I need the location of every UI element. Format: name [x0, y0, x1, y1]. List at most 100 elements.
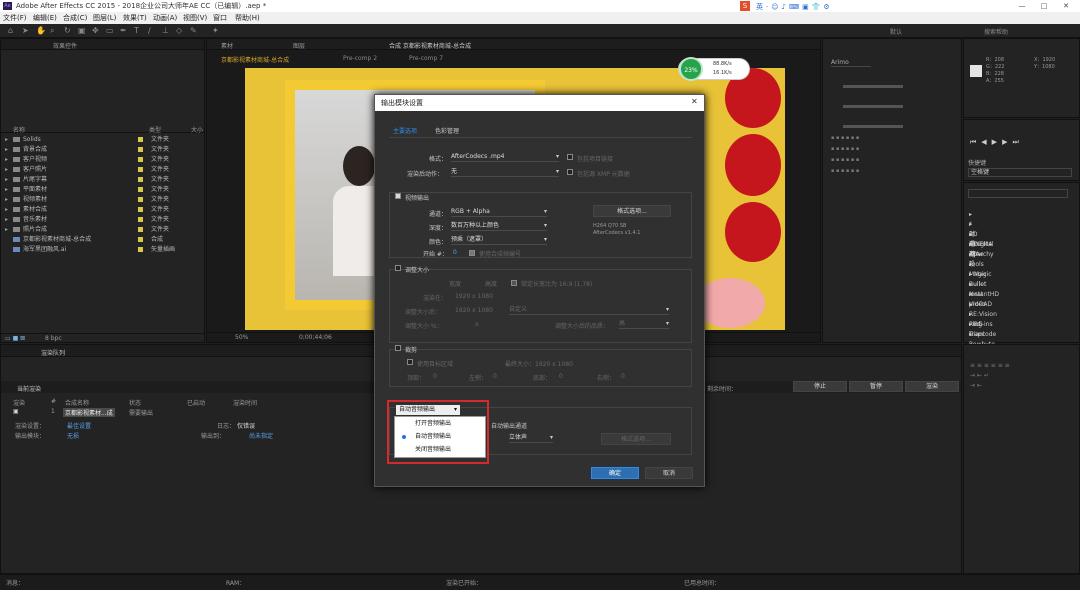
depth-select[interactable]: 数百万种以上颜色 ▾ — [451, 221, 547, 231]
label-color-swatch[interactable] — [138, 137, 143, 142]
crop-right-value[interactable]: 0 — [621, 373, 625, 380]
label-color-swatch[interactable] — [138, 217, 143, 222]
expand-icon[interactable]: ▸ — [969, 301, 972, 308]
tab-main-options[interactable]: 主要选项 — [393, 126, 417, 135]
menu-window[interactable]: 窗口 — [213, 12, 227, 24]
expand-icon[interactable]: ▸ — [969, 311, 972, 318]
render-settings-value[interactable]: 最佳设置 — [67, 421, 91, 430]
list-item[interactable]: ▸ 视频素材 文件夹 — [5, 195, 205, 204]
brush-tool-icon[interactable]: ∕ — [148, 27, 156, 35]
close-button[interactable]: ✕ — [1056, 0, 1076, 12]
paragraph-align-icons[interactable]: ≡ ≡ ≡ ≡ ≡ ≡ ⇥ ⇤ ↵ ⇥ ⇤ — [970, 361, 1070, 411]
row-comp[interactable]: 京都影视素材...成 — [63, 408, 115, 417]
minimize-button[interactable]: — — [1012, 0, 1032, 12]
pen-tool-icon[interactable]: ✒ — [120, 27, 128, 35]
label-color-swatch[interactable] — [138, 197, 143, 202]
resize-checkbox[interactable] — [395, 265, 401, 271]
tab-composition[interactable]: 合成 京都影视素材商城-总合成 — [389, 41, 471, 50]
breadcrumb-precomp7[interactable]: Pre-comp 7 — [409, 55, 443, 62]
expand-icon[interactable]: ▸ — [5, 165, 8, 174]
list-item[interactable]: ▸ 客户照片 文件夹 — [5, 165, 205, 174]
search-help[interactable]: 搜索帮助 — [984, 27, 1008, 36]
render-checkbox[interactable]: ▣ — [13, 408, 19, 415]
column-size[interactable]: 大小 — [191, 125, 203, 134]
list-item[interactable]: ▸ 背景合成 文件夹 — [5, 145, 205, 154]
font-select[interactable]: Arimo — [831, 59, 871, 67]
expand-icon[interactable]: ▸ — [969, 331, 972, 338]
tab-render-queue[interactable]: 渲染队列 — [41, 348, 65, 357]
stop-button[interactable]: 停止 — [793, 381, 847, 392]
label-color-swatch[interactable] — [138, 167, 143, 172]
zoom-level[interactable]: 50% — [235, 334, 248, 341]
audio-slider-3[interactable] — [843, 125, 903, 128]
selection-tool-icon[interactable]: ➤ — [22, 27, 30, 35]
expand-icon[interactable]: ▸ — [969, 211, 972, 218]
home-icon[interactable]: ⌂ — [8, 27, 16, 35]
tab-layer[interactable]: 图层 — [293, 41, 305, 50]
audio-option-on[interactable]: 打开音频输出 — [395, 418, 485, 430]
post-render-select[interactable]: 无 ▾ — [451, 167, 559, 177]
menu-animation[interactable]: 动画(A) — [153, 12, 177, 24]
list-item[interactable]: ▸ 平面素材 文件夹 — [5, 185, 205, 194]
playback-controls[interactable]: ⏮◀▶▶⏭ — [970, 138, 1024, 147]
table-row[interactable]: ▣ 1 京都影视素材...成 需要输出 — [1, 408, 331, 417]
shortcut-select[interactable]: 空格键 — [968, 168, 1072, 177]
workspace-default[interactable]: 默认 — [890, 27, 902, 36]
output-to-value[interactable]: 尚未指定 — [249, 431, 273, 440]
cancel-button[interactable]: 取消 — [645, 467, 693, 479]
zoom-tool-icon[interactable]: ⌕ — [50, 27, 58, 35]
hand-tool-icon[interactable]: ✋ — [36, 27, 46, 35]
quality-select[interactable]: 高 ▾ — [619, 319, 669, 329]
maximize-button[interactable]: □ — [1034, 0, 1054, 12]
pause-button[interactable]: 暂停 — [849, 381, 903, 392]
crop-checkbox[interactable] — [395, 345, 401, 351]
tab-footage[interactable]: 素材 — [221, 41, 233, 50]
list-item[interactable]: ▸ Solids 文件夹 — [5, 135, 205, 144]
eraser-tool-icon[interactable]: ◇ — [176, 27, 184, 35]
expand-icon[interactable]: ▸ — [969, 281, 972, 288]
use-comp-frame-checkbox[interactable] — [469, 250, 475, 256]
log-select[interactable]: 仅错误 — [237, 421, 255, 430]
crop-left-value[interactable]: 0 — [493, 373, 497, 380]
ime-icon[interactable]: S — [740, 1, 750, 11]
list-item[interactable]: ▸ 客户视频 文件夹 — [5, 155, 205, 164]
ok-button[interactable]: 确定 — [591, 467, 639, 479]
menu-composition[interactable]: 合成(C) — [63, 12, 87, 24]
format-options-button[interactable]: 格式选项... — [593, 205, 671, 217]
menu-help[interactable]: 帮助(H) — [235, 12, 260, 24]
text-tool-icon[interactable]: T — [134, 27, 142, 35]
effects-search[interactable] — [968, 189, 1068, 198]
expand-icon[interactable]: ▸ — [5, 185, 8, 194]
label-color-swatch[interactable] — [138, 247, 143, 252]
audio-slider-1[interactable] — [843, 85, 903, 88]
include-xmp-checkbox[interactable] — [567, 169, 573, 175]
video-output-checkbox[interactable] — [395, 193, 401, 199]
output-module-value[interactable]: 无损 — [67, 431, 79, 440]
expand-icon[interactable]: ▸ — [5, 175, 8, 184]
network-monitor[interactable]: 23% 88.8K/s 16.1K/s — [678, 57, 750, 81]
roto-tool-icon[interactable]: ✎ — [190, 27, 198, 35]
color-select[interactable]: 预乘（遮罩） ▾ — [451, 235, 547, 245]
use-roi-checkbox[interactable] — [407, 359, 413, 365]
menu-effect[interactable]: 效果(T) — [123, 12, 147, 24]
menu-view[interactable]: 视图(V) — [183, 12, 207, 24]
audio-slider-2[interactable] — [843, 105, 903, 108]
resize-preset-select[interactable]: 自定义 ▾ — [509, 305, 669, 315]
stamp-tool-icon[interactable]: ⊥ — [162, 27, 170, 35]
dialog-close-button[interactable]: ✕ — [691, 97, 698, 106]
audio-output-select[interactable]: 自动音频输出 ▾ — [396, 405, 460, 415]
label-color-swatch[interactable] — [138, 187, 143, 192]
include-project-checkbox[interactable] — [567, 154, 573, 160]
list-item[interactable]: ▸ 片尾字幕 文件夹 — [5, 175, 205, 184]
stereo-select[interactable]: 立体声 ▾ — [509, 433, 553, 443]
camera-tool-icon[interactable]: ▣ — [78, 27, 86, 35]
expand-icon[interactable]: ▸ — [5, 155, 8, 164]
crop-top-value[interactable]: 0 — [433, 373, 437, 380]
label-color-swatch[interactable] — [138, 237, 143, 242]
audio-option-off[interactable]: 关闭音频输出 — [395, 444, 485, 456]
label-color-swatch[interactable] — [138, 157, 143, 162]
expand-icon[interactable]: ▸ — [969, 221, 972, 228]
menu-edit[interactable]: 编辑(E) — [33, 12, 57, 24]
current-timecode[interactable]: 0;00;44;06 — [299, 334, 332, 341]
label-color-swatch[interactable] — [138, 207, 143, 212]
